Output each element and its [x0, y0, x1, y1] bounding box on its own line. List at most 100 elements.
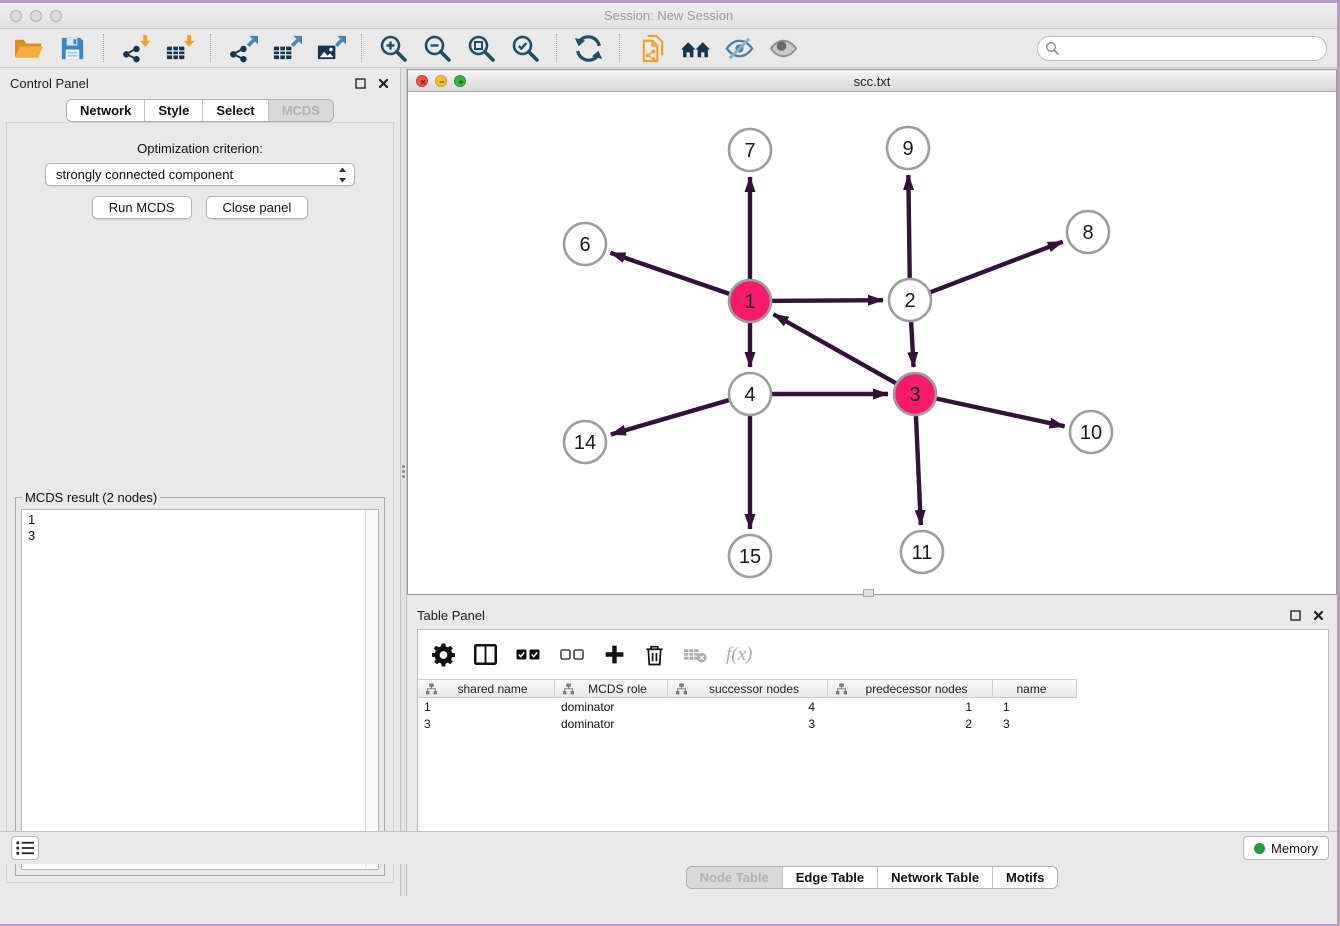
- table-settings-icon: [432, 643, 455, 667]
- graph-node-10[interactable]: 10: [1070, 411, 1112, 453]
- column-header-shared-name[interactable]: shared name: [418, 680, 555, 697]
- table-row[interactable]: 3dominator323: [418, 716, 1077, 733]
- svg-text:1: 1: [744, 291, 755, 313]
- show-graphics-details-button[interactable]: [763, 30, 803, 66]
- column-header-predecessor-nodes[interactable]: predecessor nodes: [828, 680, 993, 697]
- search-container: [1037, 36, 1327, 61]
- split-panel-icon: [474, 644, 497, 665]
- create-column-button[interactable]: [604, 644, 625, 665]
- float-panel-icon[interactable]: [353, 76, 367, 90]
- column-header-name[interactable]: name: [993, 680, 1077, 697]
- import-table-button[interactable]: [159, 30, 199, 66]
- show-all-columns-button[interactable]: [516, 648, 541, 661]
- function-icon: f(x): [726, 644, 752, 666]
- hide-selected-button[interactable]: [719, 30, 759, 66]
- table-cell[interactable]: 3: [993, 716, 1077, 733]
- graph-edge-2-8[interactable]: [910, 242, 1063, 300]
- optimization-criterion-select[interactable]: strongly connected component: [45, 163, 355, 186]
- svg-text:8: 8: [1082, 222, 1093, 244]
- graph-node-8[interactable]: 8: [1067, 211, 1109, 253]
- delete-table-button: [684, 646, 707, 663]
- svg-text:6: 6: [579, 234, 590, 256]
- mcds-panel: Optimization criterion: strongly connect…: [6, 122, 394, 883]
- hierarchy-icon: [563, 683, 574, 695]
- column-header-MCDS-role[interactable]: MCDS role: [555, 680, 668, 697]
- splitter-grip: [401, 463, 406, 480]
- column-header-label: shared name: [437, 682, 554, 696]
- task-history-button[interactable]: [11, 836, 39, 860]
- tab-style[interactable]: Style: [144, 100, 202, 121]
- close-panel-icon[interactable]: [376, 76, 390, 90]
- import-network-button[interactable]: [115, 30, 155, 66]
- graph-node-14[interactable]: 14: [564, 421, 606, 463]
- panel-splitter[interactable]: [400, 68, 407, 896]
- hierarchy-icon: [426, 683, 437, 695]
- apply-function-button: f(x): [726, 644, 752, 666]
- graph-node-7[interactable]: 7: [729, 129, 771, 171]
- result-scrollbar[interactable]: [365, 510, 378, 869]
- table-cell[interactable]: 4: [668, 699, 828, 716]
- table-cell[interactable]: 2: [828, 716, 993, 733]
- table-cell[interactable]: 1: [828, 699, 993, 716]
- graph-node-1[interactable]: 1: [729, 280, 771, 322]
- open-session-icon: [13, 33, 44, 64]
- show-graphics-details-icon: [768, 33, 799, 64]
- graph-node-4[interactable]: 4: [729, 373, 771, 415]
- refresh-button[interactable]: [568, 30, 608, 66]
- tab-select[interactable]: Select: [202, 100, 267, 121]
- table-cell[interactable]: 1: [993, 699, 1077, 716]
- table-cell[interactable]: dominator: [555, 699, 668, 716]
- table-cell[interactable]: dominator: [555, 716, 668, 733]
- graph-node-3[interactable]: 3: [894, 373, 936, 415]
- save-session-button[interactable]: [52, 30, 92, 66]
- zoom-selected-button[interactable]: [505, 30, 545, 66]
- tab-network[interactable]: Network: [67, 100, 144, 121]
- column-header-successor-nodes[interactable]: successor nodes: [668, 680, 828, 697]
- memory-button[interactable]: Memory: [1243, 836, 1329, 860]
- graph-node-15[interactable]: 15: [729, 535, 771, 577]
- table-cell[interactable]: 3: [418, 716, 555, 733]
- refresh-icon: [573, 33, 604, 64]
- hide-all-columns-button[interactable]: [560, 648, 585, 661]
- export-network-button[interactable]: [222, 30, 262, 66]
- split-panel-button[interactable]: [474, 644, 497, 665]
- table-settings-button[interactable]: [432, 643, 455, 667]
- new-network-from-selection-button[interactable]: [631, 30, 671, 66]
- graph-edge-3-10[interactable]: [915, 394, 1065, 426]
- first-neighbors-button[interactable]: [675, 30, 715, 66]
- graph-node-9[interactable]: 9: [887, 127, 929, 169]
- memory-label: Memory: [1271, 841, 1318, 856]
- tab-mcds[interactable]: MCDS: [268, 100, 333, 121]
- graph-node-6[interactable]: 6: [564, 223, 606, 265]
- delete-column-button[interactable]: [644, 644, 665, 666]
- network-canvas[interactable]: 7 9 6 8 1 2 4 3 14 10 15 11: [408, 92, 1336, 594]
- result-list-item[interactable]: 1: [22, 510, 378, 528]
- column-header-label: successor nodes: [687, 682, 827, 696]
- export-image-button[interactable]: [310, 30, 350, 66]
- horizontal-splitter-handle[interactable]: [863, 589, 874, 597]
- delete-table-icon: [684, 646, 707, 663]
- zoom-selected-icon: [510, 33, 541, 64]
- table-cell[interactable]: 3: [668, 716, 828, 733]
- table-row[interactable]: 1dominator411: [418, 699, 1077, 716]
- close-table-panel-icon[interactable]: [1311, 608, 1325, 622]
- zoom-out-button[interactable]: [417, 30, 457, 66]
- svg-text:2: 2: [904, 290, 915, 312]
- result-list-item[interactable]: 3: [22, 528, 378, 544]
- close-panel-button[interactable]: Close panel: [206, 196, 309, 219]
- table-cell[interactable]: 1: [418, 699, 555, 716]
- hierarchy-icon: [836, 683, 847, 695]
- search-icon: [1045, 41, 1060, 56]
- open-session-button[interactable]: [8, 30, 48, 66]
- graph-edge-3-1[interactable]: [774, 314, 915, 394]
- graph-node-11[interactable]: 11: [901, 531, 943, 573]
- zoom-in-icon: [378, 33, 409, 64]
- graph-node-2[interactable]: 2: [889, 279, 931, 321]
- float-table-panel-icon[interactable]: [1288, 608, 1302, 622]
- run-mcds-button[interactable]: Run MCDS: [92, 196, 192, 219]
- network-window-titlebar: scc.txt: [408, 70, 1336, 92]
- zoom-in-button[interactable]: [373, 30, 413, 66]
- search-input[interactable]: [1037, 36, 1327, 61]
- zoom-fit-button[interactable]: [461, 30, 501, 66]
- export-table-button[interactable]: [266, 30, 306, 66]
